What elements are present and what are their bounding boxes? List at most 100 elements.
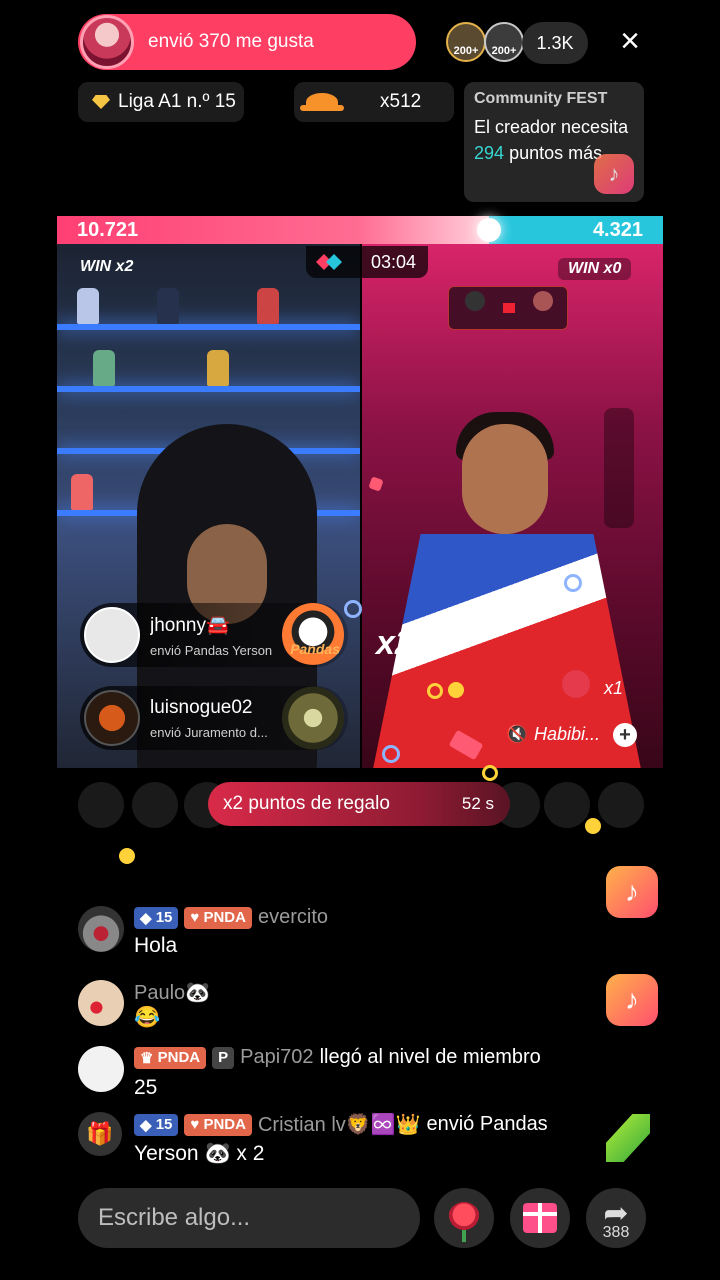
comment-input[interactable]: Escribe algo...: [78, 1188, 420, 1248]
level-number: 15: [155, 1116, 173, 1133]
figure-toy: [93, 350, 115, 386]
league-label: Liga A1 n.º 15: [118, 91, 236, 112]
viewer-count[interactable]: 1.3K: [522, 22, 588, 64]
fan-club-name: PNDA: [203, 1116, 246, 1133]
mini-scoreboard: [448, 286, 568, 330]
battle-bar-orb: [477, 218, 501, 242]
battle-score-bar: 10.721 4.321: [57, 216, 663, 244]
side-rank-list[interactable]: [604, 408, 634, 528]
chat-username[interactable]: Papi702: [240, 1046, 313, 1069]
level-badge: ◆ 15: [134, 906, 179, 929]
gift-box-icon: 🎁: [78, 1112, 122, 1156]
fan-club-name: PNDA: [203, 909, 246, 926]
community-line-after: puntos más: [509, 143, 603, 163]
chat-avatar[interactable]: [78, 980, 124, 1026]
figure-toy: [207, 350, 229, 386]
particle: [344, 600, 362, 618]
chat-event[interactable]: ♛ PNDA P Papi702 llegó al nivel de miemb…: [78, 1046, 658, 1106]
liker-avatar[interactable]: [80, 15, 134, 69]
share-count: 388: [602, 1224, 630, 1241]
fan-club-badge: ♛ PNDA: [134, 1046, 207, 1069]
tiktok-note-icon: ♪: [606, 866, 658, 918]
left-score: 10.721: [77, 219, 139, 241]
shelf-light: [57, 324, 360, 330]
gift-sender-name: jhonny🚘: [150, 614, 230, 636]
particle: [482, 765, 498, 781]
add-icon[interactable]: +: [613, 723, 637, 747]
muted-speaker-icon[interactable]: 🔇: [506, 724, 528, 745]
chat-avatar[interactable]: [78, 1046, 124, 1092]
host-right-face: [462, 424, 548, 534]
rose-gift-button[interactable]: [434, 1188, 494, 1248]
level-badge: ◆ 15: [134, 1113, 179, 1136]
vs-icon: [503, 303, 515, 313]
top-viewers[interactable]: 200+ 200+: [446, 22, 526, 64]
figure-toy: [257, 288, 279, 324]
community-title: Community FEST: [474, 90, 608, 107]
chat-username[interactable]: Paulo🐼: [134, 980, 210, 1005]
particle: [119, 848, 135, 864]
gift-icon: [523, 1203, 557, 1233]
gift-description: envió Juramento d...: [150, 724, 268, 740]
community-fest-card[interactable]: Community FEST El creador necesita 294 p…: [464, 82, 644, 202]
gift-notification[interactable]: jhonny🚘 envió Pandas Yerson Pandas: [80, 603, 348, 667]
chat-header: ◆ 15 ♥ PNDA evercito: [134, 906, 328, 929]
guest-avatar[interactable]: [132, 782, 178, 828]
league-chip[interactable]: Liga A1 n.º 15: [78, 82, 244, 122]
deer-gift-icon: [282, 686, 344, 750]
fan-club-badge: ♥ PNDA: [184, 1113, 252, 1136]
rose-multiplier: x1: [604, 678, 624, 698]
chat-username[interactable]: evercito: [258, 906, 328, 929]
community-line-before: El creador necesita: [474, 117, 629, 137]
gift-notification-text: luisnogue02 envió Juramento d...: [150, 697, 288, 740]
gift-sender-name: luisnogue02: [150, 696, 253, 718]
gift-button[interactable]: [510, 1188, 570, 1248]
guest-avatar[interactable]: [78, 782, 124, 828]
mini-avatar: [533, 291, 553, 311]
win-streak-right: WIN x0: [558, 258, 632, 280]
chat-text: Hola: [134, 934, 178, 957]
fan-club-name: PNDA: [157, 1049, 201, 1066]
hat-icon: [300, 93, 344, 111]
guest-avatar[interactable]: [544, 782, 590, 828]
particle: [427, 683, 443, 699]
gift-sender-avatar[interactable]: [84, 607, 140, 663]
top-viewer-avatar[interactable]: 200+: [446, 22, 486, 62]
chat-header: ◆ 15 ♥ PNDA Cristian lv🦁♾️👑 envió Pandas: [134, 1112, 548, 1137]
chat-event-text: envió Pandas: [426, 1113, 548, 1135]
battle-timer-text: 03:04: [370, 251, 416, 272]
music-track-label[interactable]: Habibi...: [534, 724, 600, 745]
tiktok-note-icon: ♪: [594, 154, 634, 194]
bonus-points-banner[interactable]: x2 puntos de regalo 52 s: [208, 782, 510, 826]
particle: [382, 745, 400, 763]
chat-username[interactable]: Cristian lv🦁♾️👑: [258, 1112, 421, 1137]
figure-toy: [77, 288, 99, 324]
rose-icon: [448, 1202, 480, 1242]
chat-message[interactable]: Paulo🐼 😂: [78, 980, 658, 1036]
bonus-countdown: 52 s: [461, 794, 494, 813]
top-viewer-avatar[interactable]: 200+: [484, 22, 524, 62]
like-notification-text: envió 370 me gusta: [148, 31, 314, 52]
fan-club-badge: ♥ PNDA: [184, 906, 252, 929]
bonus-label: x2 puntos de regalo: [223, 793, 390, 814]
gift-sender-avatar[interactable]: [84, 690, 140, 746]
chat-header: ♛ PNDA P Papi702 llegó al nivel de miemb…: [134, 1046, 541, 1069]
battle-timer: 03:04: [306, 246, 428, 278]
community-points: 294: [474, 143, 505, 163]
mini-avatar: [465, 291, 485, 311]
close-icon[interactable]: ×: [612, 24, 648, 60]
chat-avatar[interactable]: [78, 906, 124, 952]
chat-message[interactable]: ◆ 15 ♥ PNDA evercito Hola: [78, 906, 658, 966]
figure-toy: [157, 288, 179, 324]
share-button[interactable]: ➦ 388: [586, 1188, 646, 1248]
hat-gift-chip[interactable]: x512: [294, 82, 454, 122]
multiplier-badge: x2: [376, 624, 414, 662]
gift-name-label: Pandas: [290, 641, 340, 657]
gift-notification[interactable]: luisnogue02 envió Juramento d...: [80, 686, 348, 750]
chat-event-value: Yerson 🐼 x 2: [134, 1142, 265, 1165]
shelf-light: [57, 386, 360, 392]
chat-gift-event[interactable]: 🎁 ◆ 15 ♥ PNDA Cristian lv🦁♾️👑 envió Pand…: [78, 1112, 658, 1172]
guest-avatar[interactable]: [598, 782, 644, 828]
chat-text: 😂: [134, 1006, 161, 1029]
like-notification-banner: envió 370 me gusta: [78, 14, 416, 70]
